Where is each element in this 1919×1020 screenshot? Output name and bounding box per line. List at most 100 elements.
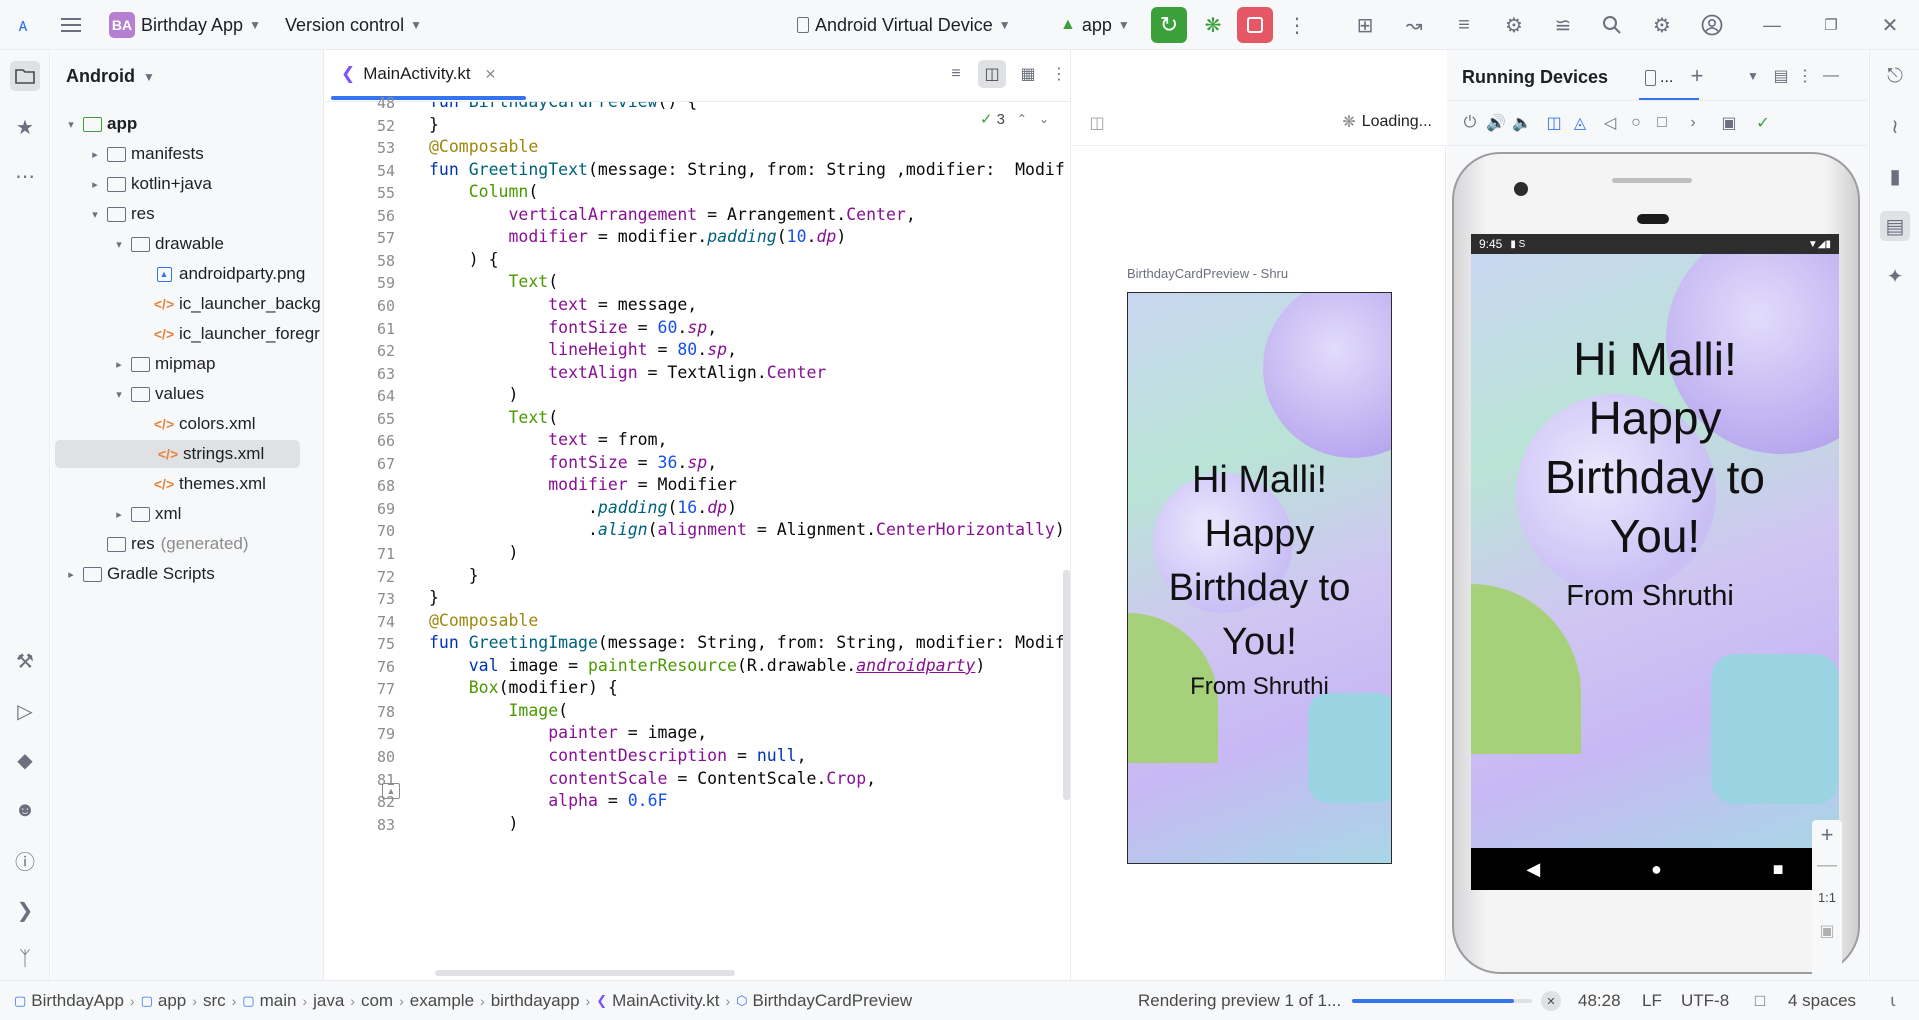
rerun-icon[interactable]: ↻	[1151, 7, 1187, 43]
tree-item[interactable]: ▸ Gradle Scripts	[51, 560, 323, 588]
phone-birthday-card[interactable]: Hi Malli! Happy Birthday to You! From Sh…	[1471, 254, 1839, 848]
chevron-down-icon[interactable]: ▾	[111, 238, 127, 251]
code-line[interactable]: }	[429, 588, 439, 607]
check-icon[interactable]: ✓	[1752, 112, 1774, 134]
tree-item[interactable]: </> strings.xml	[55, 440, 300, 468]
chevron-down-icon[interactable]: ▾	[63, 118, 79, 131]
home-button-icon[interactable]: ○	[1625, 112, 1647, 134]
chevron-right-icon[interactable]: ▸	[63, 568, 79, 581]
zoom-actual-size[interactable]: 1:1	[1812, 882, 1842, 912]
code-line[interactable]: Column(	[429, 182, 539, 201]
project-switcher[interactable]: BA Birthday App ▼	[109, 0, 261, 50]
horizontal-scrollbar[interactable]	[435, 970, 735, 976]
breadcrumb-item[interactable]: ▢ main	[242, 991, 296, 1011]
app-quality-icon[interactable]: ◆	[10, 745, 40, 775]
device-manager-icon[interactable]: ≌	[1548, 10, 1578, 40]
tree-item[interactable]: ▲ androidparty.png	[51, 260, 323, 288]
run-tool-icon[interactable]: ▷	[10, 696, 40, 726]
chevron-down-icon[interactable]: ▼	[1741, 64, 1765, 88]
overview-button-icon[interactable]: □	[1651, 112, 1673, 134]
code-view-icon[interactable]: ≡	[942, 60, 970, 88]
rotate-left-icon[interactable]: ◫	[1543, 112, 1565, 134]
code-line[interactable]: alpha = 0.6F	[429, 791, 667, 810]
zoom-in-icon[interactable]: +	[1812, 820, 1842, 850]
terminal-icon[interactable]: ❯	[10, 895, 40, 925]
breadcrumb-item[interactable]: ❮ MainActivity.kt	[596, 991, 719, 1011]
background-task[interactable]: Rendering preview 1 of 1...	[1138, 981, 1341, 1020]
code-line[interactable]: fun GreetingImage(message: String, from:…	[429, 633, 1065, 652]
code-line[interactable]: Box(modifier) {	[429, 678, 618, 697]
split-view-icon[interactable]: ◫	[978, 60, 1006, 88]
version-control-icon[interactable]: ᛉ	[10, 944, 40, 974]
code-line[interactable]: contentDescription = null,	[429, 746, 806, 765]
lock-icon[interactable]: ⍳	[1883, 991, 1903, 1011]
tree-item[interactable]: ▸ mipmap	[51, 350, 323, 378]
code-line[interactable]: contentScale = ContentScale.Crop,	[429, 769, 876, 788]
gemini-icon[interactable]: ✦	[1880, 261, 1910, 291]
device-selector[interactable]: Android Virtual Device ▼	[797, 0, 1011, 50]
editor-options-icon[interactable]: ⋮	[1050, 60, 1068, 88]
apply-changes-icon[interactable]: ↝	[1399, 10, 1429, 40]
panel-options-icon[interactable]: ⋮	[1793, 64, 1817, 88]
nav-home-icon[interactable]: ●	[1651, 859, 1662, 880]
code-area[interactable]: fun BirthdayCardPreview() {} @Composable f…	[429, 102, 1071, 980]
sync-project-icon[interactable]: ⊞	[1350, 10, 1380, 40]
code-line[interactable]: lineHeight = 80.sp,	[429, 340, 737, 359]
code-line[interactable]: .padding(16.dp)	[429, 498, 737, 517]
tab-mainactivity[interactable]: ❮ MainActivity.kt ✕	[341, 50, 496, 98]
chevron-right-icon[interactable]: ▸	[111, 508, 127, 521]
tree-item[interactable]: ▾ values	[51, 380, 323, 408]
gradle-icon[interactable]: ⚙	[1499, 10, 1529, 40]
chevron-right-icon[interactable]: ▸	[87, 178, 103, 191]
code-line[interactable]: textAlign = TextAlign.Center	[429, 363, 826, 382]
project-tool-icon[interactable]	[10, 61, 40, 91]
volume-up-icon[interactable]: 🔊	[1485, 112, 1507, 134]
tree-item[interactable]: res (generated)	[51, 530, 323, 558]
tree-item[interactable]: </> ic_launcher_backg	[51, 290, 323, 318]
code-line[interactable]: }	[429, 566, 479, 585]
code-line[interactable]: ) {	[429, 250, 499, 269]
tree-item[interactable]: ▾ drawable	[51, 230, 323, 258]
phone-screen[interactable]: 9:45 ▮ S ▼◢▮ Hi Malli! Happy Birthday to…	[1471, 234, 1839, 890]
breadcrumb-item[interactable]: com	[361, 991, 393, 1011]
resource-manager-icon[interactable]: ★	[10, 112, 40, 142]
code-line[interactable]: )	[429, 814, 518, 833]
chevron-right-icon[interactable]: ›	[1682, 112, 1704, 134]
close-tab-icon[interactable]: ✕	[485, 66, 497, 83]
breadcrumb-item[interactable]: java	[313, 991, 344, 1011]
profiler-icon[interactable]: ≡	[1449, 10, 1479, 40]
android-studio-logo-icon[interactable]: ᴀ	[8, 10, 38, 40]
line-separator[interactable]: LF	[1642, 981, 1662, 1020]
tree-item[interactable]: ▸ manifests	[51, 140, 323, 168]
code-line[interactable]: @Composable	[429, 137, 538, 156]
preview-card-label[interactable]: BirthdayCardPreview - Shru	[1127, 266, 1288, 281]
cancel-task-icon[interactable]: ✕	[1541, 991, 1561, 1011]
tree-item[interactable]: ▸ xml	[51, 500, 323, 528]
build-tool-icon[interactable]: ⚒	[10, 646, 40, 676]
running-devices-tool-icon[interactable]: ▤	[1880, 211, 1910, 241]
file-encoding[interactable]: UTF-8	[1681, 981, 1729, 1020]
design-view-icon[interactable]: ▦	[1014, 60, 1042, 88]
indent-setting[interactable]: 4 spaces	[1788, 981, 1856, 1020]
code-line[interactable]: Image(	[429, 701, 568, 720]
gradle-tool-icon[interactable]: ≀	[1880, 111, 1910, 141]
breadcrumb-item[interactable]: ⬡ BirthdayCardPreview	[736, 991, 912, 1011]
hide-panel-icon[interactable]: —	[1819, 64, 1843, 88]
nav-recents-icon[interactable]: ■	[1773, 859, 1784, 880]
project-view-selector[interactable]: Android ▼	[66, 66, 155, 87]
more-tools-icon[interactable]: ⋯	[10, 161, 40, 191]
tree-item[interactable]: </> themes.xml	[51, 470, 323, 498]
volume-down-icon[interactable]: 🔈	[1511, 112, 1533, 134]
screenshot-icon[interactable]: ▣	[1718, 112, 1740, 134]
account-icon[interactable]	[1697, 10, 1727, 40]
code-line[interactable]: fontSize = 36.sp,	[429, 453, 717, 472]
preview-layout-icon[interactable]: ◫	[1086, 112, 1108, 134]
preview-birthday-card[interactable]: Hi Malli! Happy Birthday to You! From Sh…	[1127, 292, 1392, 864]
tree-item[interactable]: </> ic_launcher_foregr	[51, 320, 323, 348]
breadcrumb-item[interactable]: src	[203, 991, 226, 1011]
stop-icon[interactable]	[1237, 7, 1273, 43]
code-line[interactable]: modifier = modifier.padding(10.dp)	[429, 227, 846, 246]
code-line[interactable]: )	[429, 543, 518, 562]
chevron-right-icon[interactable]: ▸	[87, 148, 103, 161]
code-line[interactable]: )	[429, 385, 518, 404]
